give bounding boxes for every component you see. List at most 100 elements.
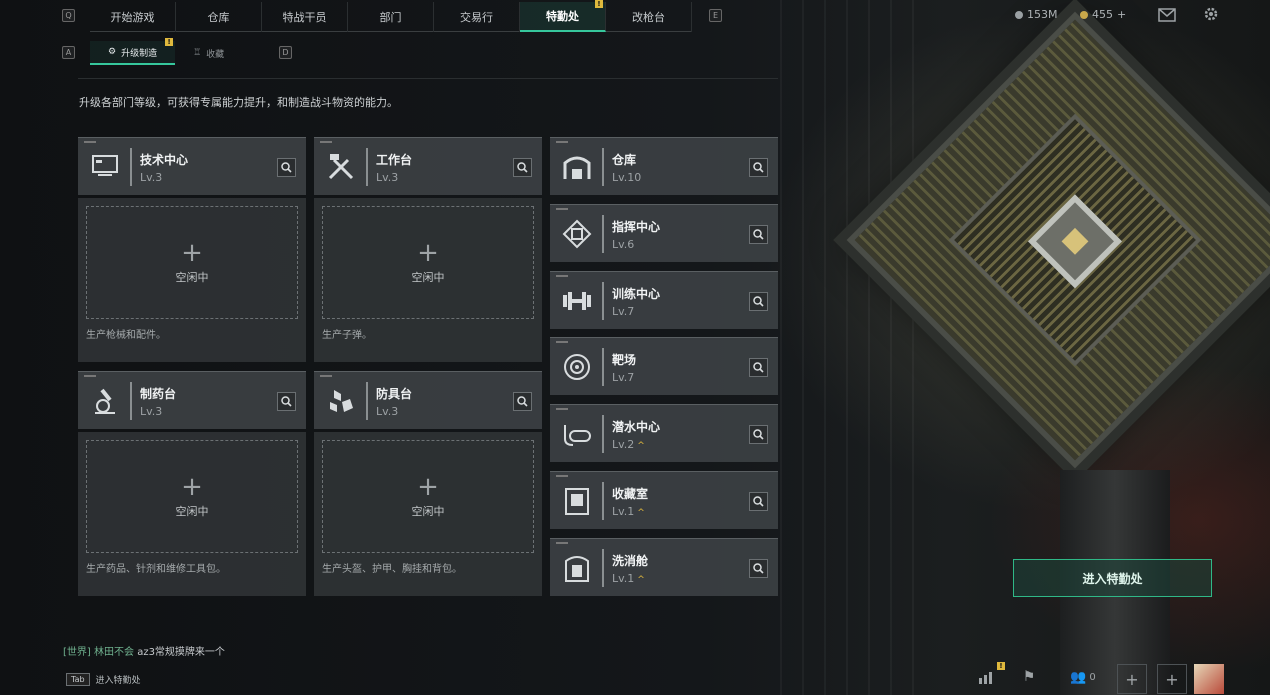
facility-level: Lv.3 xyxy=(140,405,162,418)
facility-name: 技术中心 xyxy=(140,153,189,167)
inspect-magnifier-icon[interactable] xyxy=(277,158,296,177)
subnav-prev-key[interactable]: A xyxy=(62,46,75,59)
card-separator xyxy=(602,348,604,387)
facility-level: Lv.3 xyxy=(140,171,162,184)
inspect-magnifier-icon[interactable] xyxy=(749,291,768,311)
facility-name: 洗消舱 xyxy=(612,553,649,568)
production-slot[interactable]: + 空闲中 xyxy=(322,206,534,319)
facility-card[interactable]: 技术中心 Lv.3 xyxy=(78,137,306,195)
enter-special-ops-button[interactable]: 进入特勤处 xyxy=(1013,559,1212,597)
nav-tab-6[interactable]: 改枪台 xyxy=(606,2,692,32)
card-corner-mark xyxy=(556,475,568,477)
subtab-label: 收藏 xyxy=(206,49,225,60)
stats-alert-badge: ! xyxy=(997,662,1005,670)
card-separator xyxy=(602,415,604,454)
warehouse-icon xyxy=(558,148,596,186)
subtab-upgrade-manufacture[interactable]: ⚙ 升级制造 ! xyxy=(90,38,176,65)
inspect-magnifier-icon[interactable] xyxy=(277,392,296,411)
facility-level: Lv.3 xyxy=(376,171,398,184)
inspect-magnifier-icon[interactable] xyxy=(749,558,768,578)
chat-user[interactable]: 林田不会 xyxy=(94,647,134,658)
facility-card[interactable]: 潜水中心 Lv.2 ^ xyxy=(550,404,778,463)
facility-card[interactable]: 指挥中心 Lv.6 xyxy=(550,203,778,262)
card-separator xyxy=(602,148,604,186)
card-separator xyxy=(366,148,368,186)
friends-count: 0 xyxy=(1089,671,1096,683)
tab-hint[interactable]: Tab 进入特勤处 xyxy=(66,668,141,690)
inspect-magnifier-icon[interactable] xyxy=(749,492,768,511)
facility-card[interactable]: 防具台 Lv.3 xyxy=(314,371,542,429)
nav-tab-label: 部门 xyxy=(379,11,402,24)
card-separator xyxy=(130,382,132,420)
settings-gear-icon[interactable] xyxy=(1202,5,1220,27)
microscope-icon xyxy=(86,382,124,420)
coins-display[interactable]: 455 + xyxy=(1080,8,1126,21)
slot-status: 空闲中 xyxy=(175,270,209,284)
inspect-magnifier-icon[interactable] xyxy=(749,358,768,378)
nav-prev-key[interactable]: Q xyxy=(62,9,75,22)
facility-level: Lv.7 xyxy=(612,371,634,384)
workshop-description: 生产药品、针剂和维修工具包。 xyxy=(86,564,226,575)
facility-card[interactable]: 靶场 Lv.7 xyxy=(550,337,778,396)
inspect-magnifier-icon[interactable] xyxy=(749,158,768,177)
production-slot-panel: + 空闲中生产药品、针剂和维修工具包。 xyxy=(78,432,306,596)
facility-level: Lv.1 ^ xyxy=(612,505,645,518)
facility-level-value: Lv.1 xyxy=(612,505,635,518)
facility-level: Lv.3 xyxy=(376,405,398,418)
facility-card[interactable]: 训练中心 Lv.7 xyxy=(550,270,778,329)
facility-card[interactable]: 洗消舱 Lv.1 ^ xyxy=(550,537,778,596)
player-avatar[interactable] xyxy=(1194,664,1224,694)
facility-card[interactable]: 收藏室 Lv.1 ^ xyxy=(550,471,778,529)
add-teammate-button[interactable]: + xyxy=(1117,664,1147,694)
workshop-description: 生产头盔、护甲、胸挂和背包。 xyxy=(322,564,462,575)
nav-tab-4[interactable]: 交易行 xyxy=(434,2,520,32)
production-slot[interactable]: + 空闲中 xyxy=(86,440,298,553)
card-corner-mark xyxy=(320,375,332,377)
subtab-collection[interactable]: ♖ 收藏 xyxy=(175,41,242,65)
add-coins-icon[interactable]: + xyxy=(1117,8,1126,21)
card-separator xyxy=(602,482,604,520)
inspect-magnifier-icon[interactable] xyxy=(749,425,768,445)
stats-icon[interactable] xyxy=(975,666,997,688)
nav-tab-3[interactable]: 部门 xyxy=(348,2,434,32)
nav-next-key[interactable]: E xyxy=(709,9,722,22)
add-teammate-button[interactable]: + xyxy=(1157,664,1187,694)
facility-level-value: Lv.7 xyxy=(612,304,635,318)
card-corner-mark xyxy=(556,141,568,143)
inspect-magnifier-icon[interactable] xyxy=(513,392,532,411)
nav-tab-1[interactable]: 仓库 xyxy=(176,2,262,32)
nav-tab-2[interactable]: 特战干员 xyxy=(262,2,348,32)
divider xyxy=(78,78,778,79)
facility-level-value: Lv.6 xyxy=(612,237,635,251)
workshop-description: 生产枪械和配件。 xyxy=(86,330,166,341)
card-separator xyxy=(602,548,604,587)
friends-icon: 👥 xyxy=(1070,669,1087,685)
add-production-icon: + xyxy=(181,471,203,502)
production-slot-panel: + 空闲中 生产子弹。 xyxy=(314,198,542,362)
facility-card[interactable]: 仓库 Lv.10 xyxy=(550,137,778,195)
card-corner-mark xyxy=(556,541,568,544)
nav-tab-label: 改枪台 xyxy=(632,11,665,24)
add-production-icon: + xyxy=(181,237,203,268)
inspect-magnifier-icon[interactable] xyxy=(749,224,768,244)
friends-button[interactable]: 👥 0 xyxy=(1066,666,1100,688)
nav-tab-0[interactable]: 开始游戏 xyxy=(90,2,176,32)
nav-tab-5[interactable]: 特勤处! xyxy=(520,0,606,32)
facility-card[interactable]: 制药台 Lv.3 xyxy=(78,371,306,429)
card-corner-mark xyxy=(556,207,568,210)
inspect-magnifier-icon[interactable] xyxy=(513,158,532,177)
production-slot[interactable]: + 空闲中 xyxy=(322,440,534,553)
currency-icon xyxy=(1015,10,1023,19)
production-slot[interactable]: + 空闲中 xyxy=(86,206,298,319)
background-pillars xyxy=(780,0,920,695)
facility-level: Lv.2 ^ xyxy=(612,438,645,451)
upgrade-icon: ⚙ xyxy=(108,47,117,57)
facility-name: 工作台 xyxy=(376,153,413,167)
facility-name: 收藏室 xyxy=(612,487,649,501)
facility-level-value: Lv.1 xyxy=(612,571,635,585)
subnav-next-key[interactable]: D xyxy=(279,46,292,59)
mail-icon[interactable] xyxy=(1158,7,1176,26)
flag-icon[interactable]: ⚑ xyxy=(1018,666,1040,688)
trophy-icon: ♖ xyxy=(193,48,202,58)
facility-card[interactable]: 工作台 Lv.3 xyxy=(314,137,542,195)
